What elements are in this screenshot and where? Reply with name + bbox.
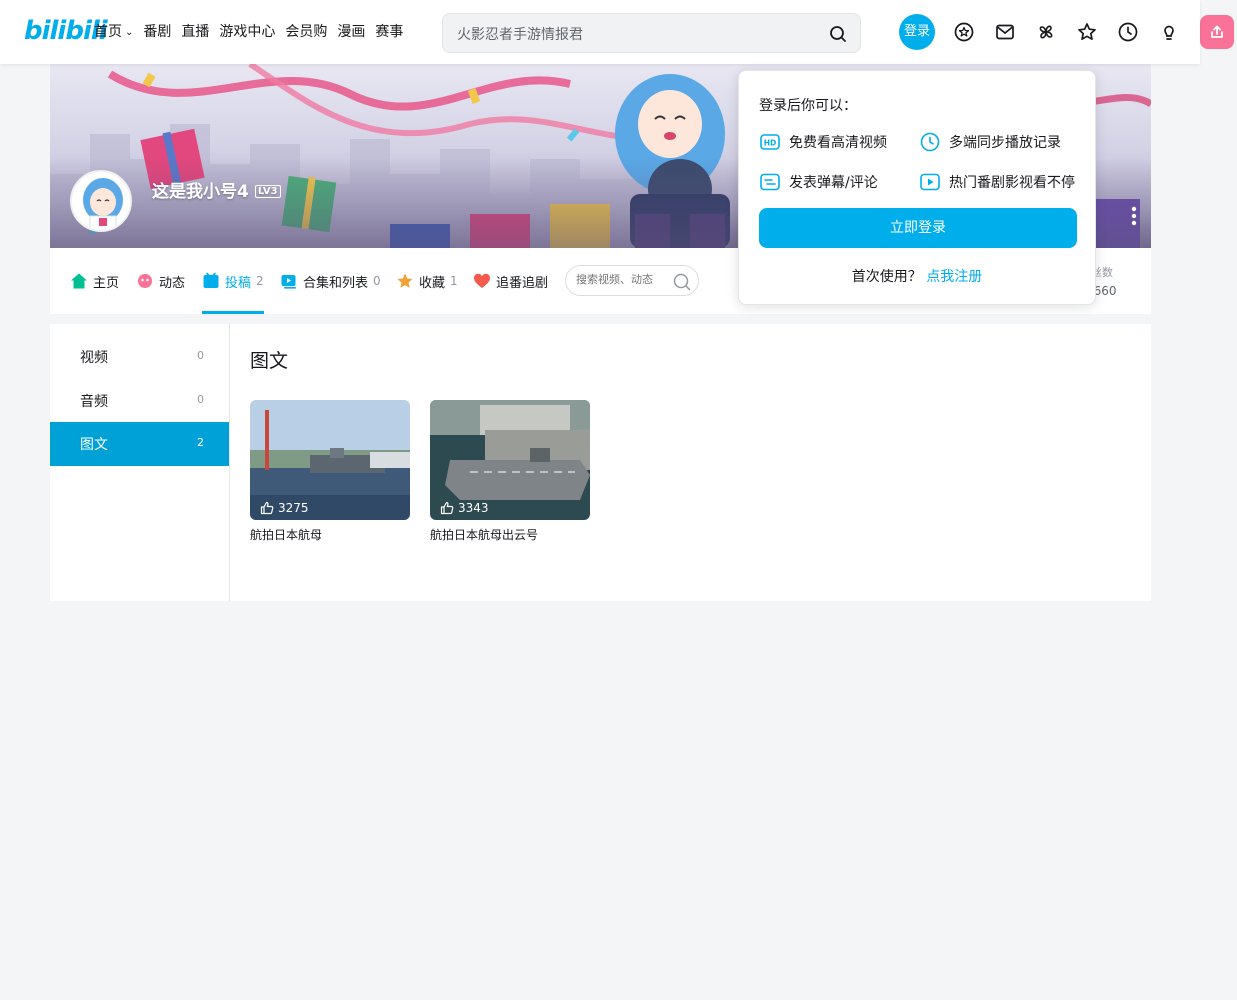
thumbs-up-icon <box>260 501 274 515</box>
article-cover[interactable]: 3343 <box>430 400 590 520</box>
tab-collections[interactable]: 合集和列表 0 <box>280 270 381 292</box>
sidebar-item-label: 图文 <box>80 437 108 453</box>
nav-live[interactable]: 直播 <box>181 22 209 43</box>
login-popup: 登录后你可以： HD 免费看高清视频 多端同步播放记录 发表弹幕/评论 热门番剧… <box>738 70 1096 305</box>
feature-bangumi: 热门番剧影视看不停 <box>919 171 1075 193</box>
tab-collections-label: 合集和列表 <box>303 275 369 291</box>
article-cover[interactable]: 3275 <box>250 400 410 520</box>
tab-collections-count: 0 <box>373 274 381 288</box>
upload-icon <box>203 272 219 288</box>
user-avatar[interactable] <box>70 170 132 232</box>
nav-home-label: 首页 <box>94 24 122 40</box>
search-input[interactable] <box>457 23 817 45</box>
tab-uploads-count: 2 <box>256 274 264 288</box>
vip-icon[interactable] <box>953 21 975 43</box>
dynamic-icon[interactable] <box>1035 21 1057 43</box>
login-avatar-button[interactable]: 登录 <box>899 14 935 50</box>
heart-icon <box>474 273 490 288</box>
search-icon[interactable] <box>828 24 848 44</box>
more-icon[interactable] <box>1131 206 1137 226</box>
nav-esports[interactable]: 赛事 <box>375 22 403 43</box>
tab-home[interactable]: 主页 <box>70 270 119 292</box>
creation-icon[interactable] <box>1158 21 1180 43</box>
tab-favorites-label: 收藏 <box>419 275 446 291</box>
tab-favorites-count: 1 <box>450 274 458 288</box>
tab-uploads-label: 投稿 <box>225 275 252 291</box>
thumbs-up-icon <box>440 501 454 515</box>
username: 这是我小号4 LV3 <box>152 177 281 202</box>
like-count: 3275 <box>260 501 309 515</box>
dynamic-icon <box>138 274 152 288</box>
sidebar-item-count: 2 <box>197 436 204 449</box>
svg-text:HD: HD <box>764 139 777 148</box>
search-icon[interactable] <box>672 272 692 292</box>
collection-icon <box>281 275 296 289</box>
tab-dynamic[interactable]: 动态 <box>136 270 185 292</box>
nav-manga[interactable]: 漫画 <box>337 22 365 43</box>
feature-hd: HD 免费看高清视频 <box>759 131 887 153</box>
section-title: 图文 <box>250 350 289 372</box>
upload-button[interactable] <box>1200 15 1234 49</box>
sidebar-item-count: 0 <box>197 393 204 406</box>
sidebar-item-video[interactable]: 视频 0 <box>50 335 229 379</box>
register-link[interactable]: 点我注册 <box>926 269 982 285</box>
login-now-button[interactable]: 立即登录 <box>759 208 1077 248</box>
feature-label: 发表弹幕/评论 <box>789 175 878 191</box>
play-icon <box>920 173 940 191</box>
nav-anime[interactable]: 番剧 <box>143 22 171 43</box>
article-title[interactable]: 航拍日本航母 <box>250 526 322 543</box>
level-badge: LV3 <box>254 185 281 198</box>
tab-home-label: 主页 <box>93 275 120 291</box>
space-search-box <box>565 265 699 296</box>
tab-uploads[interactable]: 投稿 2 <box>202 270 264 292</box>
content-sidebar: 视频 0 音频 0 图文 2 <box>50 324 230 601</box>
sidebar-item-label: 音频 <box>80 394 108 410</box>
space-search-input[interactable] <box>576 273 672 286</box>
message-icon[interactable] <box>994 21 1016 43</box>
danmaku-icon <box>760 173 780 191</box>
main-nav: 首页 ⌄ 番剧 直播 游戏中心 会员购 漫画 赛事 <box>94 22 413 43</box>
feature-label: 免费看高清视频 <box>789 135 887 151</box>
register-line: 首次使用？ 点我注册 <box>739 266 1095 286</box>
sidebar-item-label: 视频 <box>80 350 108 366</box>
home-icon <box>71 273 87 289</box>
favorite-icon <box>397 273 413 288</box>
clock-icon <box>920 132 940 152</box>
nav-mall[interactable]: 会员购 <box>285 22 327 43</box>
upload-icon <box>1211 25 1223 38</box>
article-title[interactable]: 航拍日本航母出云号 <box>430 526 538 543</box>
main-content: 视频 0 音频 0 图文 2 图文 3275 航拍日本航母 3343 航拍日本航… <box>50 324 1151 601</box>
chevron-down-icon: ⌄ <box>125 27 134 38</box>
like-count-value: 3343 <box>458 501 489 515</box>
feature-label: 多端同步播放记录 <box>949 135 1061 151</box>
history-icon[interactable] <box>1117 21 1139 43</box>
like-count: 3343 <box>440 501 489 515</box>
username-text: 这是我小号4 <box>152 182 249 202</box>
tab-bangumi[interactable]: 追番追剧 <box>473 270 548 292</box>
nav-home[interactable]: 首页 ⌄ <box>94 22 133 43</box>
hd-icon: HD <box>760 134 780 150</box>
sidebar-item-audio[interactable]: 音频 0 <box>50 379 229 423</box>
active-tab-indicator <box>202 311 264 314</box>
feature-label: 热门番剧影视看不停 <box>949 175 1075 191</box>
like-count-value: 3275 <box>278 501 309 515</box>
feature-sync: 多端同步播放记录 <box>919 131 1061 153</box>
feature-danmaku: 发表弹幕/评论 <box>759 171 878 193</box>
favorite-icon[interactable] <box>1076 21 1098 43</box>
tab-favorites[interactable]: 收藏 1 <box>396 270 458 292</box>
nav-game-center[interactable]: 游戏中心 <box>219 22 275 43</box>
register-prompt: 首次使用？ <box>851 269 922 285</box>
search-box <box>442 13 861 53</box>
sidebar-item-count: 0 <box>197 349 204 362</box>
top-header: bilibili 首页⌄ 番剧 直播 游戏中心 会员购 漫画 赛事 登录 <box>0 0 1200 64</box>
tab-dynamic-label: 动态 <box>159 275 186 291</box>
sidebar-item-article[interactable]: 图文 2 <box>50 422 229 466</box>
popup-title: 登录后你可以： <box>759 98 857 114</box>
tab-bangumi-label: 追番追剧 <box>496 275 549 291</box>
